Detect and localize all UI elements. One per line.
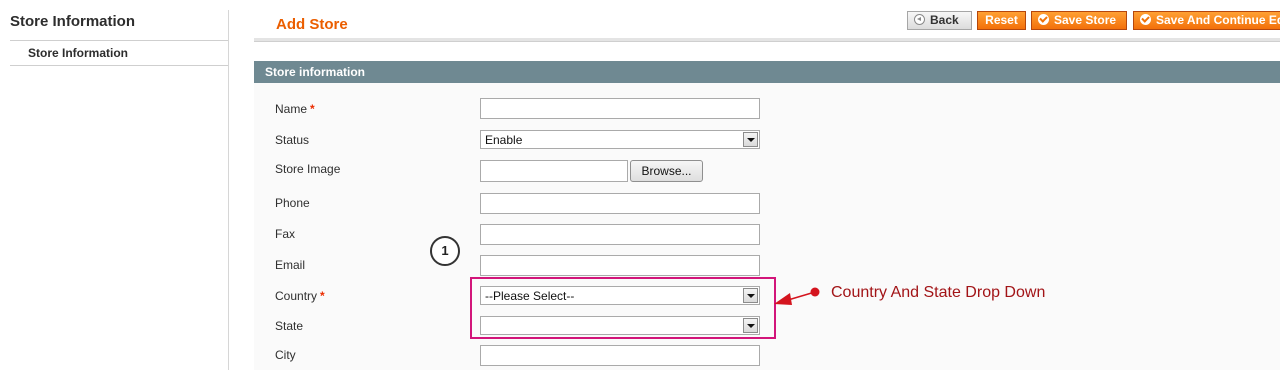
status-select[interactable]: Enable <box>480 130 760 149</box>
email-label: Email <box>275 258 306 272</box>
phone-input[interactable] <box>480 193 760 214</box>
save-and-continue-label: Save And Continue Ed <box>1156 13 1280 27</box>
fax-label: Fax <box>275 227 296 241</box>
section-title: Store information <box>265 65 366 79</box>
name-label-text: Name <box>275 102 308 116</box>
sidebar: Store Information Store Information <box>0 0 229 370</box>
fax-input[interactable] <box>480 224 760 245</box>
sidebar-item-store-information[interactable]: Store Information <box>10 41 228 66</box>
section-header: Store information <box>254 61 1280 83</box>
annotation-highlight-box <box>470 277 776 339</box>
phone-label: Phone <box>275 196 310 210</box>
country-label-text: Country <box>275 289 318 303</box>
callout-arrow-icon <box>774 287 820 305</box>
status-select-value: Enable <box>485 133 523 147</box>
step-number-badge: 1 <box>430 236 460 266</box>
save-and-continue-button[interactable]: Save And Continue Ed <box>1133 11 1280 30</box>
back-arrow-icon <box>914 14 925 25</box>
sidebar-item-label: Store Information <box>28 46 129 60</box>
city-label: City <box>275 348 296 362</box>
sidebar-title: Store Information <box>10 13 136 30</box>
dropdown-arrow-icon[interactable] <box>743 132 758 147</box>
state-label: State <box>275 319 304 333</box>
checkmark-icon <box>1038 14 1049 25</box>
status-label: Status <box>275 133 310 147</box>
store-image-label: Store Image <box>275 162 341 176</box>
name-input[interactable] <box>480 98 760 119</box>
store-image-path-field[interactable] <box>480 160 628 182</box>
country-label: Country * <box>275 289 325 303</box>
back-button[interactable]: Back <box>907 11 972 30</box>
email-input[interactable] <box>480 255 760 276</box>
save-store-label: Save Store <box>1054 13 1117 27</box>
required-marker: * <box>320 289 325 303</box>
reset-button[interactable]: Reset <box>977 11 1026 30</box>
city-input[interactable] <box>480 345 760 366</box>
reset-button-label: Reset <box>985 13 1018 27</box>
header-divider <box>254 38 1280 42</box>
sidebar-divider <box>228 10 229 370</box>
required-marker: * <box>310 102 315 116</box>
back-button-label: Back <box>930 13 959 27</box>
callout-label: Country And State Drop Down <box>831 284 1046 301</box>
checkmark-icon <box>1140 14 1151 25</box>
save-store-button[interactable]: Save Store <box>1031 11 1127 30</box>
page-title: Add Store <box>276 16 348 33</box>
browse-button[interactable]: Browse... <box>630 160 703 182</box>
name-label: Name * <box>275 102 315 116</box>
